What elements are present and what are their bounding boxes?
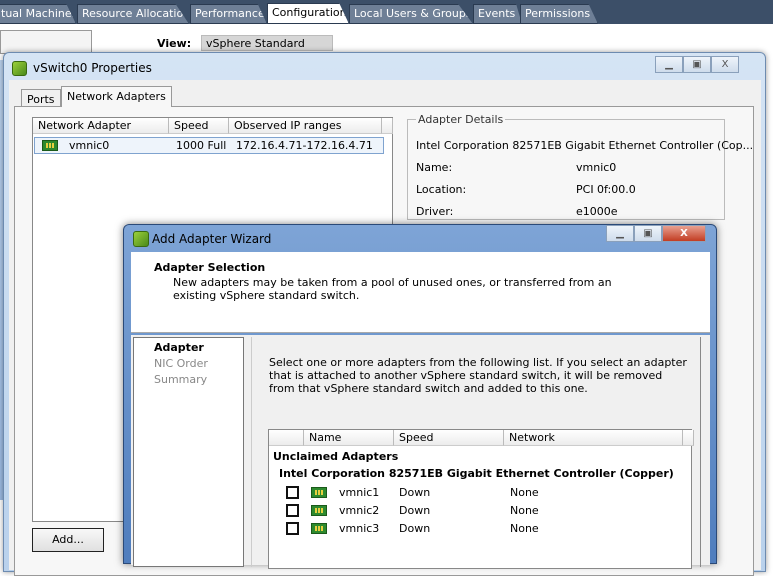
adapter-name: vmnic1 xyxy=(339,486,380,499)
adapter-name: vmnic3 xyxy=(339,522,380,535)
tab-resource-allocation[interactable]: Resource Allocation xyxy=(77,4,189,24)
adapter-network: None xyxy=(510,486,539,499)
adapter-device: Intel Corporation 82571EB Gigabit Ethern… xyxy=(416,139,754,152)
adapter-checkbox[interactable] xyxy=(286,522,299,535)
maximize-button[interactable]: ▣ xyxy=(683,56,711,73)
step-adapter: Adapter xyxy=(154,341,204,354)
network-card-icon xyxy=(311,523,327,534)
tab-performance[interactable]: Performance xyxy=(190,4,267,24)
col-filler xyxy=(683,430,694,446)
tab-local-users-groups[interactable]: Local Users & Groups xyxy=(349,4,473,24)
col-filler xyxy=(382,118,393,134)
wizard-title: Add Adapter Wizard xyxy=(152,232,272,246)
col-speed[interactable]: Speed xyxy=(169,118,229,134)
subgroup-controller: Intel Corporation 82571EB Gigabit Ethern… xyxy=(279,467,674,480)
adapter-row[interactable]: vmnic2 Down None xyxy=(269,503,689,519)
col-network[interactable]: Network xyxy=(504,430,683,446)
window-title: vSwitch0 Properties xyxy=(33,61,152,75)
adapter-row[interactable]: vmnic1 Down None xyxy=(269,485,689,501)
step-summary: Summary xyxy=(154,373,208,386)
col-name[interactable]: Name xyxy=(304,430,394,446)
adapter-ip-range: 172.16.4.71-172.16.4.71 xyxy=(236,139,373,152)
tab-events[interactable]: Events xyxy=(473,4,522,24)
tab-permissions[interactable]: Permissions xyxy=(520,4,598,24)
adapter-speed: Down xyxy=(399,486,431,499)
adapter-details-legend: Adapter Details xyxy=(418,113,504,126)
col-observed-ip[interactable]: Observed IP ranges xyxy=(229,118,382,134)
name-value: vmnic0 xyxy=(576,161,617,174)
adapter-network: None xyxy=(510,504,539,517)
wizard-header: Adapter Selection New adapters may be ta… xyxy=(131,252,710,333)
wizard-content: Select one or more adapters from the fol… xyxy=(251,337,701,569)
minimize-button[interactable]: ▁ xyxy=(606,225,634,242)
wizard-heading: Adapter Selection xyxy=(154,261,266,274)
name-label: Name: xyxy=(416,161,453,174)
adapter-name: vmnic0 xyxy=(69,139,110,152)
maximize-button[interactable]: ▣ xyxy=(634,225,662,242)
location-label: Location: xyxy=(416,183,467,196)
view-standard-switch-button[interactable]: vSphere Standard Switch xyxy=(201,35,333,63)
adapter-name: vmnic2 xyxy=(339,504,380,517)
close-button[interactable]: X xyxy=(662,225,706,242)
adapter-details-group: Adapter Details Intel Corporation 82571E… xyxy=(407,113,753,220)
close-button[interactable]: X xyxy=(711,56,739,73)
tab-virtual-machines[interactable]: tual Machines xyxy=(0,4,76,24)
driver-label: Driver: xyxy=(416,205,454,218)
left-panel xyxy=(0,30,92,54)
wizard-body: Adapter NIC Order Summary Select one or … xyxy=(131,335,710,569)
tab-configuration[interactable]: Configuration xyxy=(267,3,349,24)
unclaimed-adapter-list[interactable]: Name Speed Network Unclaimed Adapters In… xyxy=(268,429,694,569)
add-button[interactable]: Add... xyxy=(32,528,104,552)
adapter-network: None xyxy=(510,522,539,535)
network-card-icon xyxy=(311,505,327,516)
minimize-button[interactable]: ▁ xyxy=(655,56,683,73)
wizard-subheading: New adapters may be taken from a pool of… xyxy=(173,276,612,302)
adapter-speed: Down xyxy=(399,504,431,517)
adapter-speed: Down xyxy=(399,522,431,535)
col-speed[interactable]: Speed xyxy=(394,430,504,446)
top-tab-bar: tual Machines Resource Allocation Perfor… xyxy=(0,0,773,24)
driver-value: e1000e xyxy=(576,205,618,218)
col-network-adapter[interactable]: Network Adapter xyxy=(33,118,169,134)
group-unclaimed-adapters: Unclaimed Adapters xyxy=(273,450,399,463)
wizard-instructions: Select one or more adapters from the fol… xyxy=(269,356,687,395)
network-card-icon xyxy=(42,140,58,151)
vsphere-icon xyxy=(12,61,27,76)
adapter-speed: 1000 Full xyxy=(176,139,227,152)
location-value: PCI 0f:00.0 xyxy=(576,183,636,196)
step-nic-order: NIC Order xyxy=(154,357,208,370)
col-check xyxy=(269,430,304,446)
adapter-row[interactable]: vmnic3 Down None xyxy=(269,521,689,537)
view-label: View: xyxy=(157,37,192,50)
adapter-checkbox[interactable] xyxy=(286,504,299,517)
network-card-icon xyxy=(311,487,327,498)
tab-ports[interactable]: Ports xyxy=(21,89,61,107)
wizard-steps: Adapter NIC Order Summary xyxy=(133,337,244,567)
vsphere-icon xyxy=(133,231,149,247)
tab-network-adapters[interactable]: Network Adapters xyxy=(61,86,172,107)
adapter-checkbox[interactable] xyxy=(286,486,299,499)
add-adapter-wizard-window: Add Adapter Wizard ▁ ▣ X Adapter Selecti… xyxy=(123,224,717,569)
table-row[interactable]: vmnic0 1000 Full 172.16.4.71-172.16.4.71 xyxy=(34,137,384,154)
